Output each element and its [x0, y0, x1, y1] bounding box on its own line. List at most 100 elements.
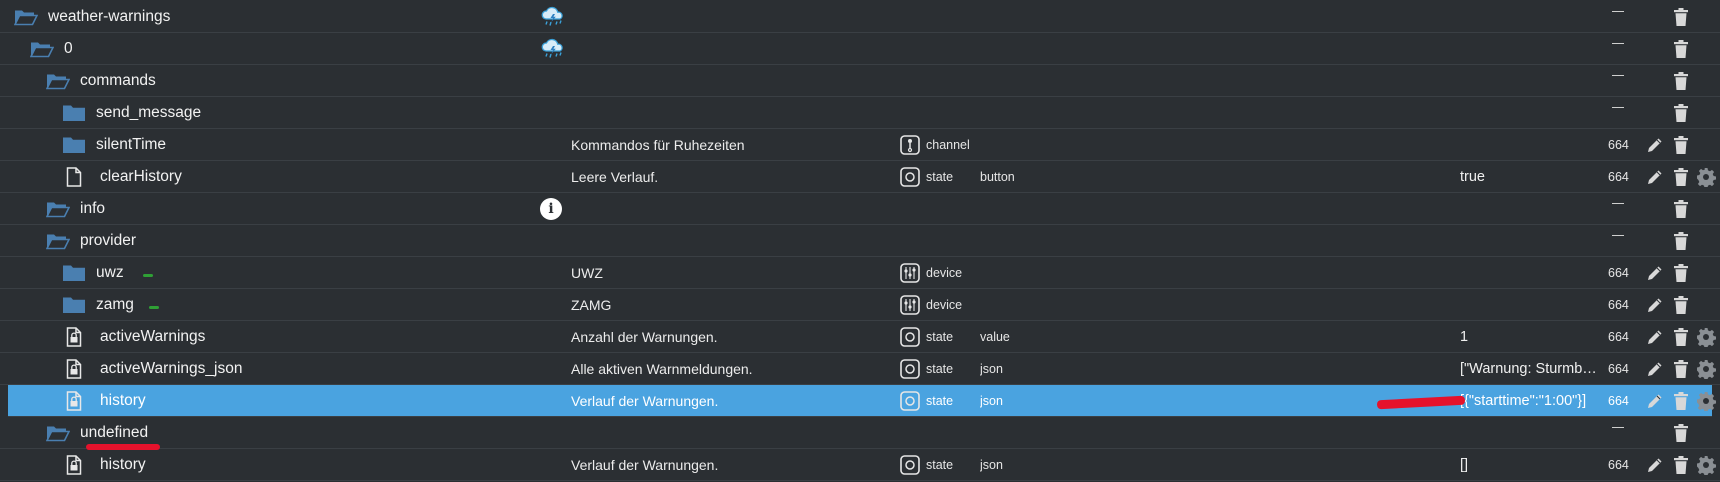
- object-role: json: [980, 458, 1003, 472]
- tree-row[interactable]: weather-warnings: [0, 1, 1720, 33]
- file-icon: [66, 167, 82, 187]
- trash-icon[interactable]: [1673, 199, 1689, 219]
- tree-row[interactable]: 0: [0, 33, 1720, 65]
- trash-icon[interactable]: [1673, 359, 1689, 379]
- empty-acl-dash: [1612, 43, 1624, 44]
- tree-row[interactable]: info i: [0, 193, 1720, 225]
- folder-icon: [62, 104, 86, 122]
- empty-acl-dash: [1612, 427, 1624, 428]
- tree-row[interactable]: undefined: [0, 417, 1720, 449]
- empty-acl-dash: [1612, 107, 1624, 108]
- acl-value: 664: [1608, 298, 1629, 312]
- object-name: provider: [80, 232, 136, 249]
- state-icon: [900, 391, 920, 411]
- acl-value: 664: [1608, 170, 1629, 184]
- object-value[interactable]: ["Warnung: Sturmböen"]: [1460, 353, 1602, 385]
- object-value[interactable]: [1460, 65, 1602, 97]
- tree-row[interactable]: silentTime Kommandos für Ruhezeiten channe…: [0, 129, 1720, 161]
- tree-row[interactable]: activeWarnings Anzahl der Warnungen. state…: [0, 321, 1720, 353]
- object-description: UWZ: [571, 265, 603, 281]
- object-description: Kommandos für Ruhezeiten: [571, 137, 745, 153]
- tree-row[interactable]: uwz UWZ device 664: [0, 257, 1720, 289]
- acl-value: 664: [1608, 266, 1629, 280]
- object-type: state: [926, 362, 954, 376]
- object-value[interactable]: true: [1460, 161, 1602, 193]
- object-value[interactable]: [1460, 97, 1602, 129]
- tree-row[interactable]: history Verlauf der Warnungen. state json []…: [0, 449, 1720, 481]
- trash-icon[interactable]: [1673, 167, 1689, 187]
- acl-value: 664: [1608, 138, 1629, 152]
- device-icon: [900, 295, 920, 315]
- trash-icon[interactable]: [1673, 391, 1689, 411]
- object-value[interactable]: 1: [1460, 321, 1602, 353]
- folder-icon: [62, 136, 86, 154]
- empty-acl-dash: [1612, 235, 1624, 236]
- tree-row[interactable]: provider: [0, 225, 1720, 257]
- trash-icon[interactable]: [1673, 103, 1689, 123]
- object-description: Leere Verlauf.: [571, 169, 659, 185]
- connection-indicator: [149, 306, 159, 309]
- folder-open-icon: [45, 232, 71, 250]
- empty-acl-dash: [1612, 75, 1624, 76]
- connection-indicator: [143, 274, 153, 277]
- trash-icon[interactable]: [1673, 135, 1689, 155]
- object-role: button: [980, 170, 1015, 184]
- tree-row[interactable]: zamg ZAMG device 664: [0, 289, 1720, 321]
- state-icon: [900, 167, 920, 187]
- object-value[interactable]: [1460, 257, 1602, 289]
- pencil-icon[interactable]: [1646, 168, 1664, 186]
- tree-row[interactable]: activeWarnings_json Alle aktiven Warnmeld…: [0, 353, 1720, 385]
- acl-value: 664: [1608, 362, 1629, 376]
- trash-icon[interactable]: [1673, 7, 1689, 27]
- folder-open-icon: [29, 40, 55, 58]
- gear-icon[interactable]: [1696, 327, 1716, 348]
- device-icon: [900, 263, 920, 283]
- trash-icon[interactable]: [1673, 327, 1689, 347]
- object-name: activeWarnings: [100, 328, 206, 345]
- pencil-icon[interactable]: [1646, 360, 1664, 378]
- pencil-icon[interactable]: [1646, 392, 1664, 410]
- object-type: device: [926, 298, 963, 312]
- trash-icon[interactable]: [1673, 263, 1689, 283]
- object-value[interactable]: [1460, 289, 1602, 321]
- gear-icon[interactable]: [1696, 167, 1716, 188]
- object-value[interactable]: [1460, 225, 1602, 257]
- object-type: state: [926, 394, 954, 408]
- object-role: json: [980, 394, 1003, 408]
- pencil-icon[interactable]: [1646, 264, 1664, 282]
- object-name: clearHistory: [100, 168, 182, 185]
- gear-icon[interactable]: [1696, 359, 1716, 380]
- pencil-icon[interactable]: [1646, 328, 1664, 346]
- state-icon: [900, 455, 920, 475]
- lock-file-icon: [66, 327, 82, 347]
- trash-icon[interactable]: [1673, 295, 1689, 315]
- info-icon: i: [540, 198, 562, 220]
- object-value[interactable]: [1460, 1, 1602, 33]
- gear-icon[interactable]: [1696, 455, 1716, 476]
- folder-icon: [62, 264, 86, 282]
- object-value[interactable]: [{"starttime":"1:00"}]: [1460, 385, 1602, 417]
- trash-icon[interactable]: [1673, 231, 1689, 251]
- pencil-icon[interactable]: [1646, 456, 1664, 474]
- gear-icon[interactable]: [1696, 391, 1716, 412]
- trash-icon[interactable]: [1673, 71, 1689, 91]
- object-value[interactable]: []: [1460, 449, 1602, 481]
- tree-row[interactable]: commands: [0, 65, 1720, 97]
- tree-row[interactable]: clearHistory Leere Verlauf. state button tru…: [0, 161, 1720, 193]
- object-value[interactable]: [1460, 193, 1602, 225]
- folder-open-icon: [45, 200, 71, 218]
- trash-icon[interactable]: [1673, 423, 1689, 443]
- object-value[interactable]: [1460, 417, 1602, 449]
- folder-icon: [62, 296, 86, 314]
- tree-row[interactable]: send_message: [0, 97, 1720, 129]
- object-type: channel: [926, 138, 970, 152]
- trash-icon[interactable]: [1673, 455, 1689, 475]
- weather-icon: [540, 6, 566, 28]
- object-description: ZAMG: [571, 297, 612, 313]
- object-value[interactable]: [1460, 33, 1602, 65]
- pencil-icon[interactable]: [1646, 296, 1664, 314]
- pencil-icon[interactable]: [1646, 136, 1664, 154]
- object-value[interactable]: [1460, 129, 1602, 161]
- object-type: state: [926, 330, 954, 344]
- trash-icon[interactable]: [1673, 39, 1689, 59]
